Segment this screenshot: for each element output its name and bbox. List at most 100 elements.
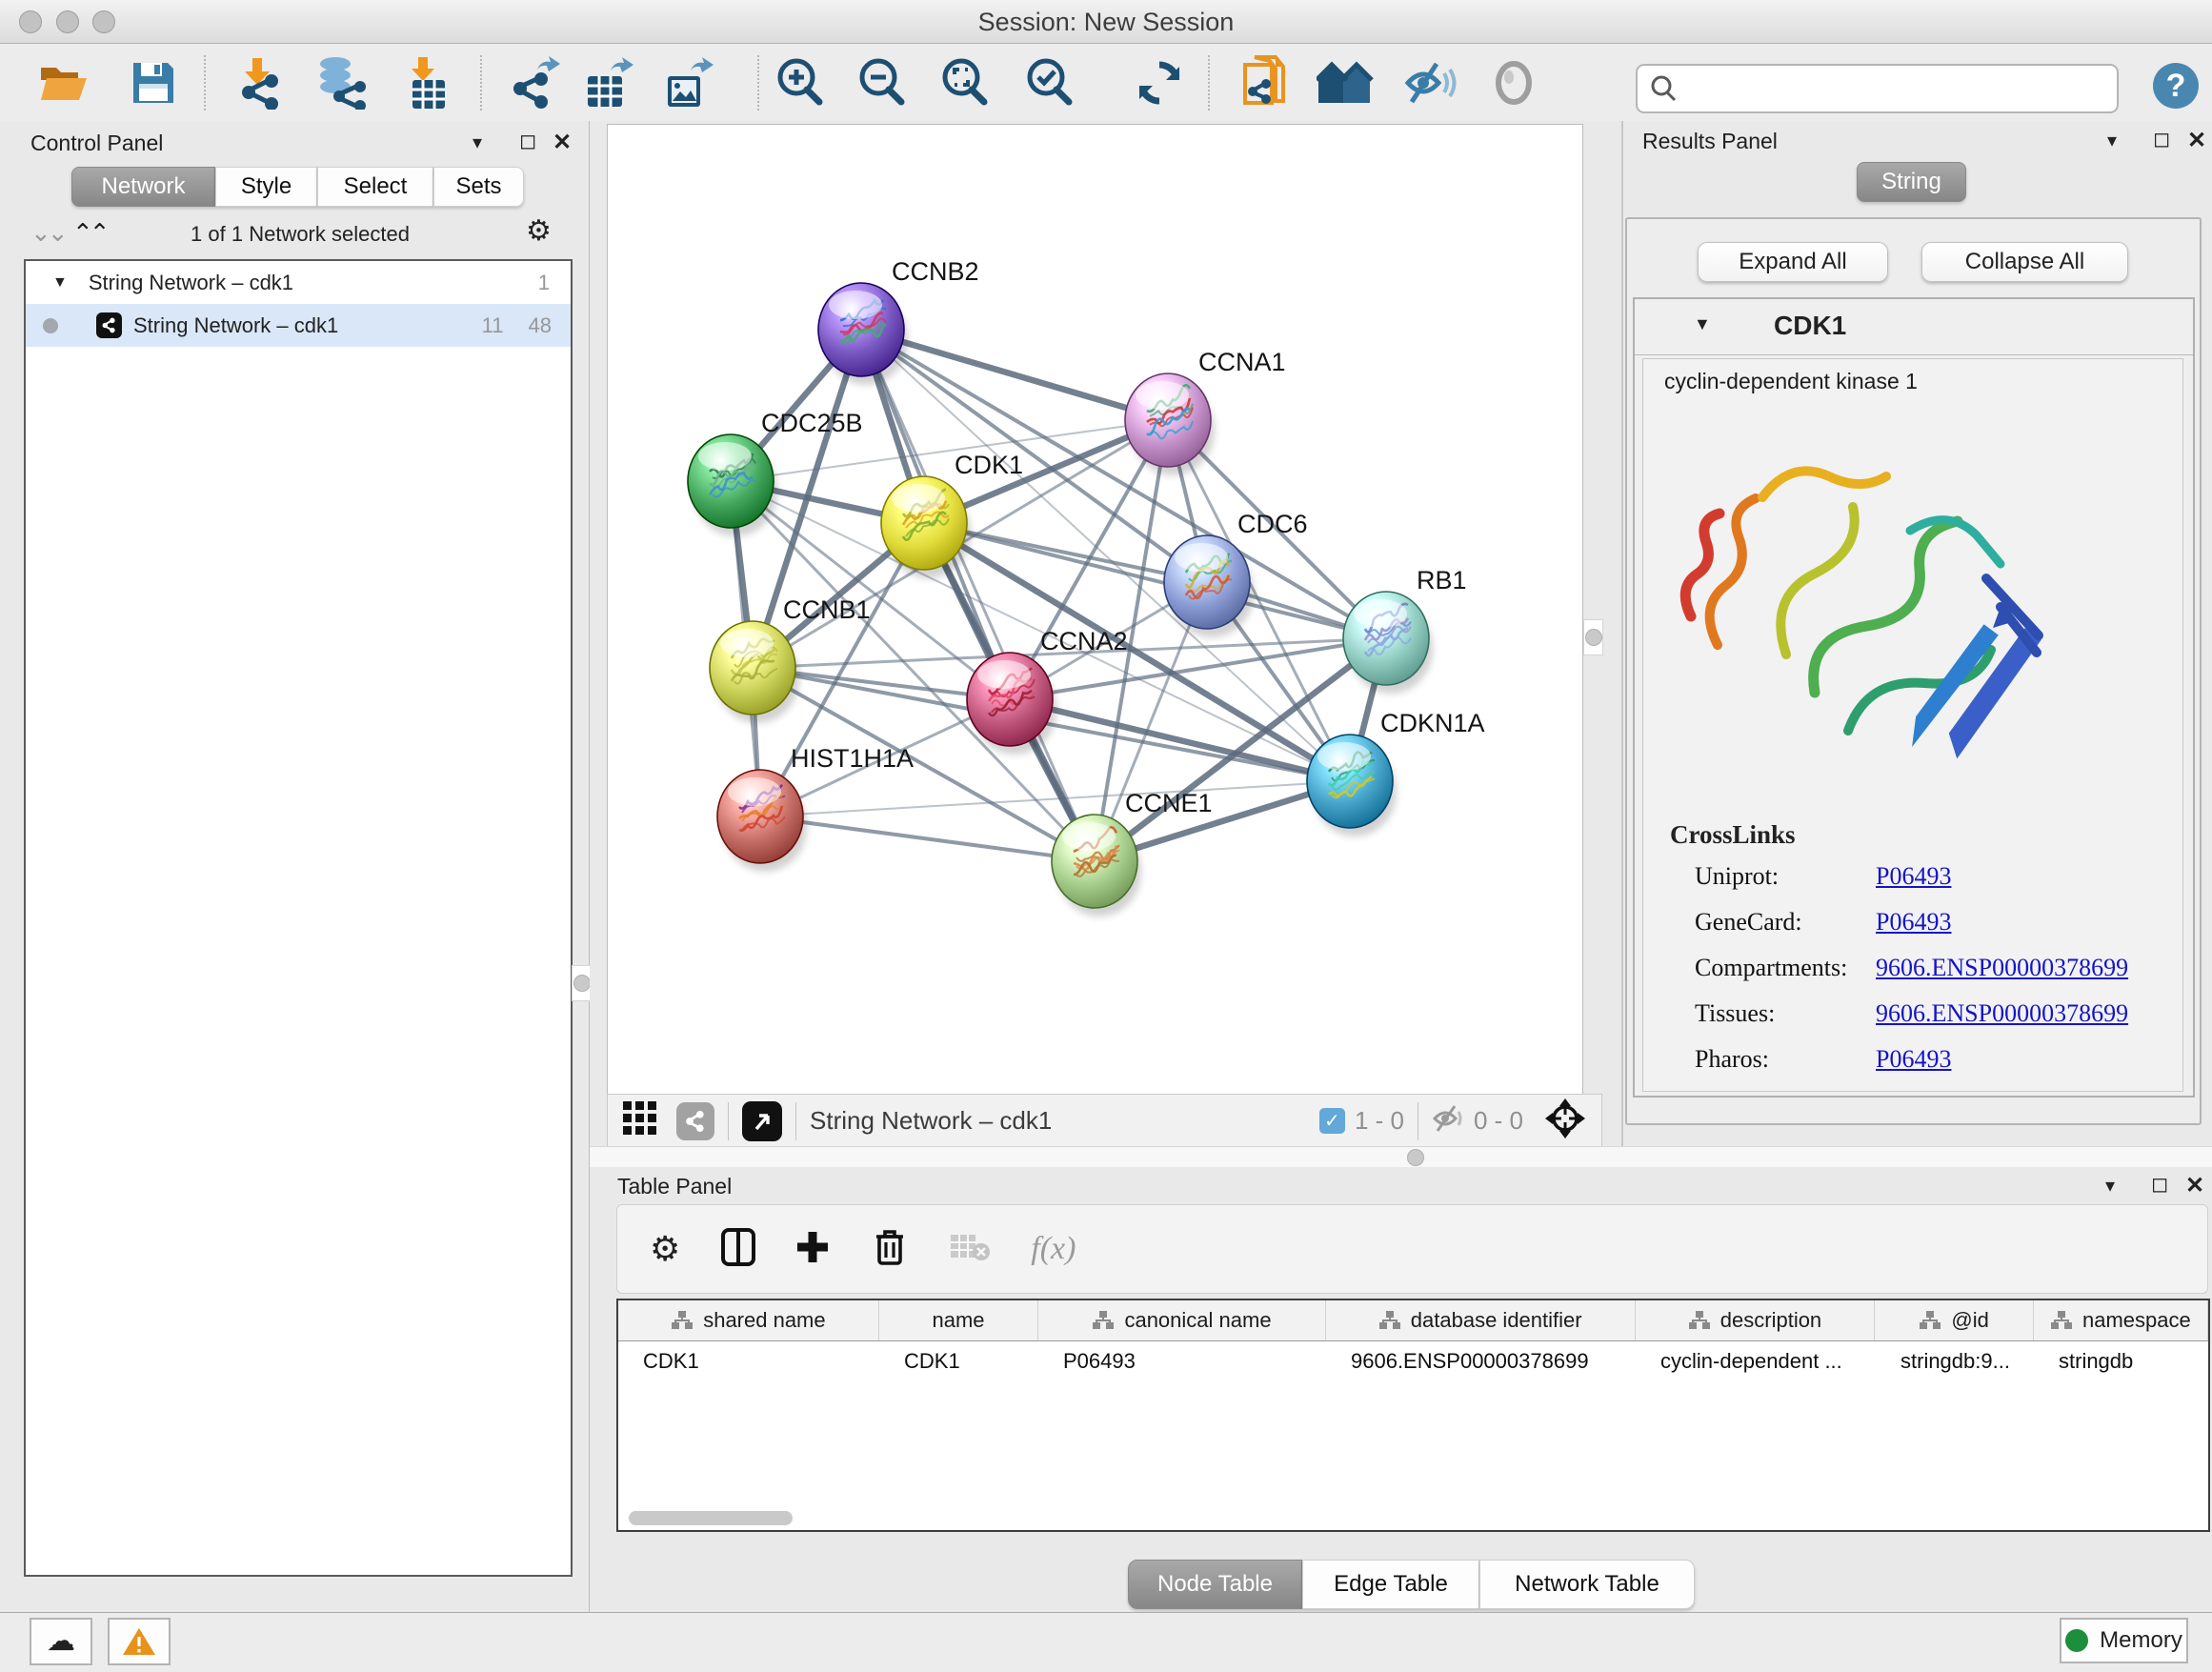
copy-share-icon[interactable] (1237, 53, 1297, 112)
results-panel-float-icon[interactable]: ◻ (2153, 127, 2170, 151)
collapse-all-button[interactable]: Collapse All (1921, 242, 2128, 282)
network-node[interactable]: CDKN1A (1307, 709, 1485, 836)
column-header-canonical-name[interactable]: canonical name (1038, 1300, 1326, 1340)
control-panel-collapse-icon[interactable]: ▾ (473, 131, 482, 154)
import-network-icon[interactable] (230, 53, 289, 112)
network-node[interactable]: RB1 (1343, 566, 1467, 694)
expand-all-networks-icon[interactable]: ⌃⌃ (72, 218, 107, 248)
string-view-icon[interactable] (676, 1102, 714, 1140)
network-node[interactable]: CCNB2 (818, 257, 979, 385)
network-node[interactable]: CDK1 (881, 451, 1023, 578)
tab-style[interactable]: Style (215, 167, 317, 207)
tab-string[interactable]: String (1857, 162, 1966, 202)
horizontal-splitter[interactable] (590, 1146, 2212, 1169)
zoom-out-icon[interactable] (853, 53, 912, 112)
network-edge[interactable] (861, 330, 1095, 861)
zoom-in-icon[interactable] (771, 53, 830, 112)
delete-column-icon[interactable] (873, 1227, 907, 1272)
column-header--id[interactable]: @id (1875, 1300, 2033, 1340)
refresh-icon[interactable] (1130, 53, 1189, 112)
cdk1-card-header[interactable]: ▼ CDK1 (1635, 299, 2193, 355)
control-panel-splitter-handle[interactable] (572, 965, 592, 1001)
crosslink-value-link[interactable]: 9606.ENSP00000378699 (1876, 999, 2128, 1028)
table-horizontal-scrollbar[interactable] (629, 1511, 793, 1525)
column-header-database-identifier[interactable]: database identifier (1326, 1300, 1636, 1340)
open-session-icon[interactable] (34, 53, 93, 112)
column-header-namespace[interactable]: namespace (2034, 1300, 2208, 1340)
crosslink-value-link[interactable]: P06493 (1876, 908, 1951, 937)
network-node[interactable]: CCNA1 (1125, 348, 1286, 475)
collapse-all-networks-icon[interactable]: ⌄⌄ (30, 218, 65, 248)
export-image-icon[interactable] (660, 53, 719, 112)
expand-all-button[interactable]: Expand All (1698, 242, 1888, 282)
birdseye-grid-icon[interactable] (621, 1099, 659, 1142)
crosslink-value-link[interactable]: 9606.ENSP00000378699 (1876, 954, 2128, 982)
export-network-icon[interactable] (505, 53, 564, 112)
network-node[interactable]: HIST1H1A (717, 744, 914, 872)
network-results-splitter-handle[interactable] (1583, 619, 1603, 655)
network-edge[interactable] (924, 523, 1386, 638)
column-header-name[interactable]: name (879, 1300, 1038, 1340)
tab-node-table[interactable]: Node Table (1128, 1560, 1302, 1609)
node-table[interactable]: shared namenamecanonical namedatabase id… (616, 1299, 2210, 1532)
tab-edge-table[interactable]: Edge Table (1302, 1560, 1479, 1609)
zoom-selected-icon[interactable] (1020, 53, 1079, 112)
table-cell[interactable]: stringdb (2034, 1341, 2208, 1381)
add-column-icon[interactable] (794, 1229, 831, 1270)
zoom-fit-icon[interactable] (935, 53, 995, 112)
network-options-gear-icon[interactable]: ⚙ (526, 214, 552, 248)
open-in-window-icon[interactable] (742, 1101, 782, 1141)
column-header-shared-name[interactable]: shared name (618, 1300, 879, 1340)
horizontal-splitter-handle[interactable] (1407, 1149, 1424, 1166)
network-node[interactable]: CDC6 (1164, 510, 1308, 637)
collection-count: 1 (538, 271, 550, 295)
table-cell[interactable]: 9606.ENSP00000378699 (1326, 1341, 1636, 1381)
function-builder-icon[interactable]: f(x) (1031, 1231, 1076, 1267)
network-overview-icon[interactable] (1316, 53, 1375, 112)
crosslink-value-link[interactable]: P06493 (1876, 862, 1951, 891)
hide-details-icon[interactable] (1401, 53, 1460, 112)
table-cell[interactable]: CDK1 (879, 1341, 1038, 1381)
table-cell[interactable]: P06493 (1038, 1341, 1326, 1381)
network-collection-row[interactable]: ▼ String Network – cdk1 1 (26, 261, 571, 304)
cloud-button[interactable]: ☁ (30, 1618, 92, 1665)
tab-select[interactable]: Select (317, 167, 433, 207)
tab-network[interactable]: Network (71, 167, 215, 207)
table-row[interactable]: CDK1CDK1P064939606.ENSP00000378699cyclin… (618, 1341, 2208, 1381)
table-panel-close-icon[interactable]: ✕ (2185, 1172, 2204, 1199)
warnings-button[interactable] (108, 1618, 171, 1665)
results-panel-collapse-icon[interactable]: ▾ (2107, 129, 2117, 152)
network-edge[interactable] (760, 816, 1095, 861)
table-cell[interactable]: cyclin-dependent ... (1636, 1341, 1876, 1381)
column-header-description[interactable]: description (1636, 1300, 1876, 1340)
table-panel-collapse-icon[interactable]: ▾ (2105, 1174, 2115, 1198)
control-panel-close-icon[interactable]: ✕ (553, 129, 572, 156)
export-table-icon[interactable] (580, 53, 639, 112)
table-panel-float-icon[interactable]: ◻ (2151, 1172, 2168, 1197)
selected-checkbox-icon[interactable]: ✓ (1319, 1108, 1345, 1134)
network-canvas[interactable]: CCNB2CCNA1CDC25BCDK1CDC6RB1CCNB1CCNA2CDK… (607, 124, 1583, 1096)
cdk1-expand-icon[interactable]: ▼ (1694, 314, 1711, 334)
network-node[interactable]: CCNE1 (1052, 789, 1213, 917)
node-label: CCNA1 (1198, 348, 1286, 376)
crosslink-value-link[interactable]: P06493 (1876, 1045, 1951, 1074)
delete-table-icon[interactable] (949, 1231, 991, 1268)
results-panel-close-icon[interactable]: ✕ (2187, 127, 2206, 154)
table-settings-icon[interactable]: ⚙ (650, 1229, 680, 1269)
table-cell[interactable]: stringdb:9... (1876, 1341, 2034, 1381)
control-panel-float-icon[interactable]: ◻ (519, 129, 536, 153)
import-database-icon[interactable] (312, 53, 371, 112)
memory-button[interactable]: Memory (2060, 1618, 2188, 1663)
save-session-icon[interactable] (124, 53, 183, 112)
search-input[interactable] (1678, 69, 2117, 109)
tab-sets[interactable]: Sets (433, 167, 524, 207)
show-details-icon[interactable] (1484, 53, 1543, 112)
table-cell[interactable]: CDK1 (618, 1341, 879, 1381)
fit-selected-crosshair-icon[interactable] (1544, 1098, 1586, 1144)
show-columns-icon[interactable] (720, 1227, 756, 1272)
help-icon[interactable]: ? (2153, 63, 2199, 109)
import-table-icon[interactable] (398, 53, 457, 112)
collection-expand-icon[interactable]: ▼ (52, 274, 68, 292)
tab-network-table[interactable]: Network Table (1479, 1560, 1695, 1609)
network-row[interactable]: String Network – cdk1 11 48 (26, 304, 571, 347)
